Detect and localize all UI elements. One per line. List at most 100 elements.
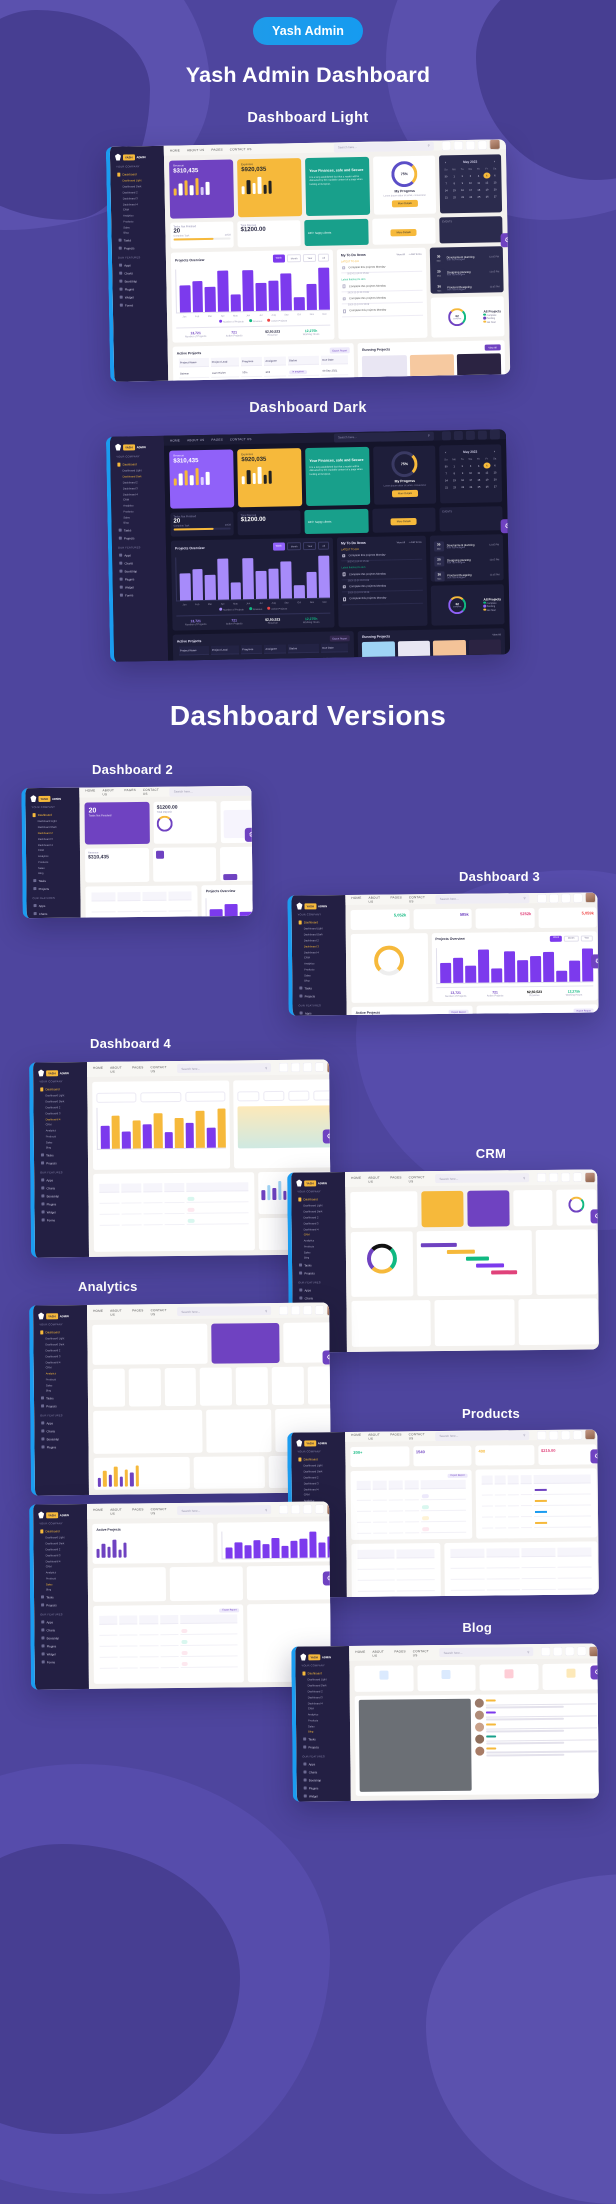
avatar[interactable] [327, 1061, 332, 1072]
version-shot-crm[interactable]: YASH ADMIN YOUR COMPANY Dashboard Dashbo… [287, 1169, 599, 1353]
settings-fab[interactable]: ⚙ [322, 1129, 332, 1144]
sidebar-item-forms[interactable]: Forms [117, 301, 163, 310]
topnav-contact[interactable]: CONTACT US [230, 147, 252, 151]
view-all-button[interactable]: View All [484, 344, 501, 351]
export-report-button[interactable]: Export Report [447, 1473, 468, 1479]
table-row[interactable]: Batman Liam Risher 53% ●●● In progress 0… [179, 366, 349, 379]
tab-all[interactable]: All [318, 541, 330, 550]
calendar-day[interactable]: 18 [475, 187, 482, 193]
search-icon[interactable]: ⚲ [523, 1433, 525, 1437]
mail-icon[interactable] [561, 1430, 571, 1440]
calendar-grid[interactable]: Su Mo Tu We Th Fr Sa 30 1 2 3 4 5 6 7 8 … [442, 455, 499, 491]
topnav-about[interactable]: ABOUT US [102, 788, 117, 796]
calendar-day[interactable]: 22 [451, 485, 458, 491]
calendar-day[interactable]: 16 [459, 188, 466, 194]
checkbox[interactable] [342, 297, 347, 301]
grid-icon[interactable] [477, 430, 487, 440]
col-assignee[interactable]: Assignee [264, 356, 287, 366]
topnav-home[interactable]: HOME [351, 1433, 361, 1441]
table-row[interactable] [357, 1582, 435, 1593]
calendar-day[interactable]: 3 [467, 463, 474, 469]
moon-icon[interactable] [279, 1305, 289, 1315]
mail-icon[interactable] [561, 1172, 571, 1182]
calendar-day[interactable]: 20 [491, 187, 498, 193]
topnav-contact[interactable]: CONTACT US [413, 1649, 432, 1657]
mini-sidebar[interactable]: YASH ADMIN YOUR COMPANY Dashboard Dashbo… [33, 1304, 89, 1496]
table-row[interactable] [357, 1513, 467, 1524]
calendar-day[interactable]: 30 [442, 173, 449, 179]
calendar-day[interactable]: 13 [491, 470, 498, 476]
table-row[interactable]: Batman Liam Risher 53% ●●● In progress 0… [179, 654, 349, 662]
bell-icon[interactable] [291, 1062, 301, 1072]
search-icon[interactable]: ⚲ [527, 1650, 529, 1654]
topnav-about[interactable]: ABOUT US [368, 1175, 383, 1183]
todo-add[interactable]: + Add To Do [409, 540, 422, 543]
col-progress[interactable]: Progress [240, 644, 263, 655]
col-assignee[interactable]: Assignee [264, 644, 287, 654]
more-details-card[interactable]: More Details [371, 507, 436, 533]
grid-icon[interactable] [573, 1430, 583, 1440]
tab-week[interactable]: Week [272, 254, 285, 263]
more-details-button[interactable]: More Details [391, 489, 419, 498]
settings-fab[interactable]: ⚙ [590, 1665, 599, 1680]
table-row[interactable] [481, 1496, 592, 1507]
calendar-day[interactable]: 6 [491, 173, 498, 179]
grid-icon[interactable] [315, 1062, 325, 1072]
bell-icon[interactable] [453, 430, 463, 440]
calendar-day[interactable]: 19 [483, 477, 490, 483]
settings-fab[interactable]: ⚙ [500, 233, 511, 248]
todo-item[interactable]: Complete this projects Monday [341, 592, 423, 605]
list-item[interactable] [475, 1721, 598, 1733]
table-row[interactable] [450, 1558, 592, 1570]
mail-icon[interactable] [565, 1646, 575, 1656]
search-icon[interactable]: ⚲ [265, 1309, 267, 1313]
dashboard-light-screenshot[interactable]: YASH ADMIN YOUR COMPANY Dashboard Dashbo… [105, 139, 511, 382]
grid-icon[interactable] [577, 1646, 587, 1656]
table-row[interactable] [99, 1625, 238, 1637]
calendar-day[interactable]: 16 [459, 478, 466, 484]
table-row[interactable] [357, 1524, 467, 1535]
calendar-grid[interactable]: Su Mo Tu We Th Fr Sa 30 1 2 3 4 5 6 7 8 … [442, 165, 499, 201]
calendar-day[interactable]: 4 [475, 173, 482, 179]
col-status[interactable]: Status [287, 355, 320, 366]
col-progress[interactable]: Progress [240, 356, 263, 367]
calendar-day[interactable]: 10 [467, 180, 474, 186]
topnav-home[interactable]: HOME [93, 1065, 103, 1073]
calendar-day[interactable]: 1 [450, 173, 457, 179]
topnav-pages[interactable]: PAGES [390, 1175, 402, 1183]
event-row[interactable]: 30 Mon Development planning w3it Technol… [433, 249, 501, 265]
calendar-day[interactable]: 10 [467, 470, 474, 476]
table-row[interactable] [99, 1204, 250, 1215]
settings-fab[interactable]: ⚙ [591, 954, 599, 969]
search-icon[interactable]: ⚲ [265, 1508, 267, 1512]
more-details-card[interactable]: More Details [371, 217, 436, 245]
tab-week[interactable]: Week [550, 935, 563, 943]
table-row[interactable] [482, 1507, 592, 1518]
avatar[interactable] [585, 1171, 596, 1183]
topnav-contact[interactable]: CONTACT US [151, 1308, 170, 1316]
list-item[interactable] [475, 1745, 598, 1757]
table-row[interactable] [357, 1571, 435, 1582]
col-due-date[interactable]: Due Date [321, 355, 349, 365]
sidebar-item-projects[interactable]: Projects [300, 1743, 346, 1751]
topnav-pages[interactable]: PAGES [132, 1065, 144, 1073]
sidebar-item-charts[interactable]: Charts [296, 1294, 342, 1302]
topnav-about[interactable]: ABOUT US [372, 1649, 387, 1657]
dark-sidebar[interactable]: YASH ADMIN YOUR COMPANY Dashboard Dashbo… [109, 435, 169, 662]
calendar-day[interactable]: 27 [492, 484, 499, 490]
topnav-pages[interactable]: PAGES [211, 438, 223, 442]
brand-logo[interactable]: YASH ADMIN [115, 443, 167, 451]
version-shot-dashboard-2[interactable]: YASH ADMIN YOUR COMPANY Dashboard Dashbo… [21, 785, 253, 919]
light-sidebar[interactable]: YASH ADMIN YOUR COMPANY Dashboard Dashbo… [109, 145, 169, 382]
moon-icon[interactable] [441, 140, 451, 150]
col-status[interactable]: Status [288, 643, 320, 654]
calendar-day[interactable]: 6 [491, 463, 498, 469]
calendar-day[interactable]: 8 [451, 180, 458, 186]
version-shot-dashboard-3[interactable]: YASH ADMIN YOUR COMPANY Dashboard Dashbo… [287, 892, 599, 1016]
sidebar-item-plugins[interactable]: Plugins [38, 1443, 84, 1451]
topnav-about[interactable]: ABOUT US [187, 148, 204, 152]
topnav[interactable]: HOME ABOUT US PAGES CONTACT US [170, 437, 252, 443]
moon-icon[interactable] [537, 893, 547, 903]
calendar-day[interactable]: 27 [492, 194, 499, 200]
blog-tile[interactable] [416, 1664, 476, 1692]
